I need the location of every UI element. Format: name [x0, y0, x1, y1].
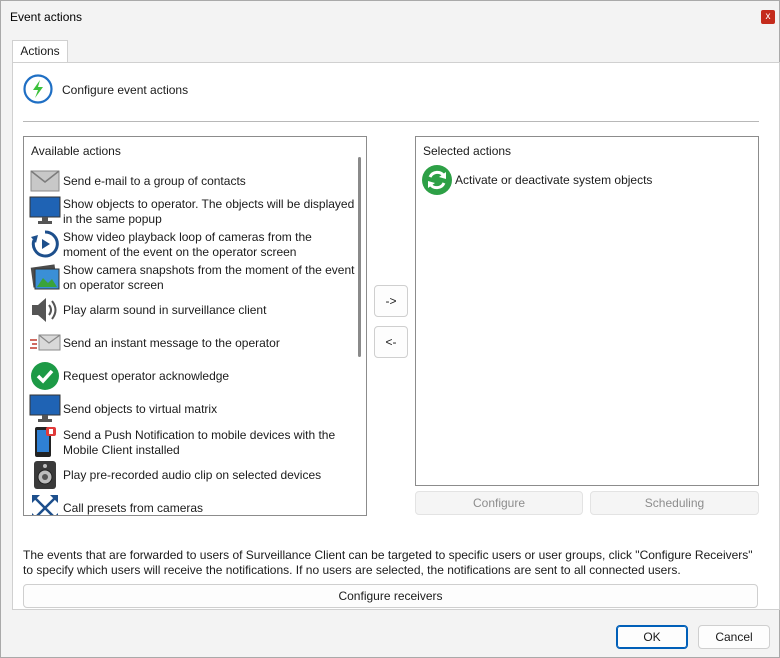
configure-button[interactable]: Configure — [415, 491, 583, 515]
playback-loop-icon — [31, 230, 59, 258]
instant-message-icon — [30, 334, 61, 351]
list-item[interactable]: Activate or deactivate system objects — [421, 164, 746, 197]
list-item[interactable]: Request operator acknowledge — [29, 360, 354, 393]
receivers-info-text: The events that are forwarded to users o… — [23, 548, 753, 577]
list-item-label: Send an instant message to the operator — [63, 336, 280, 350]
lightning-icon — [23, 74, 53, 104]
audio-device-icon — [34, 461, 56, 489]
list-item-label: Play alarm sound in surveillance client — [63, 303, 267, 317]
list-item-label: Show objects to operator. The objects wi… — [63, 196, 355, 226]
list-item[interactable]: Send objects to virtual matrix — [29, 393, 354, 426]
list-item[interactable]: Show camera snapshots from the moment of… — [29, 261, 354, 294]
speaker-icon — [32, 298, 57, 322]
scheduling-button[interactable]: Scheduling — [590, 491, 759, 515]
snapshot-icon — [30, 264, 60, 290]
selected-actions-header: Selected actions — [423, 144, 512, 158]
close-button[interactable]: x — [761, 10, 775, 24]
list-item[interactable]: Send a Push Notification to mobile devic… — [29, 426, 354, 459]
refresh-icon — [422, 165, 452, 195]
monitor-icon — [29, 394, 61, 422]
checkmark-icon — [31, 362, 59, 390]
page-title: Configure event actions — [62, 83, 189, 97]
divider — [23, 121, 759, 122]
configure-receivers-button[interactable]: Configure receivers — [23, 584, 758, 608]
list-item[interactable]: Play alarm sound in surveillance client — [29, 294, 354, 327]
list-item[interactable]: Show video playback loop of cameras from… — [29, 228, 354, 261]
list-item-label: Request operator acknowledge — [63, 369, 230, 383]
list-item[interactable]: Play pre-recorded audio clip on selected… — [29, 459, 354, 492]
event-actions-dialog: Event actions x Actions Configure event … — [0, 0, 780, 658]
scrollbar-thumb[interactable] — [358, 157, 361, 357]
list-item[interactable]: Send an instant message to the operator — [29, 327, 354, 360]
envelope-icon — [30, 170, 60, 192]
monitor-icon — [29, 196, 61, 224]
tab-actions[interactable]: Actions — [12, 40, 68, 63]
list-item-label: Activate or deactivate system objects — [455, 173, 653, 187]
list-item[interactable]: Call presets from cameras — [29, 492, 354, 515]
presets-icon — [32, 495, 58, 515]
mobile-notification-icon — [35, 427, 56, 457]
selected-actions-list[interactable]: Selected actions Activate or deactivate … — [415, 136, 759, 486]
list-item-label: Show camera snapshots from the moment of… — [63, 262, 355, 292]
list-item-label: Call presets from cameras — [63, 501, 204, 515]
list-item-label: Send e-mail to a group of contacts — [63, 174, 246, 188]
available-actions-list[interactable]: Available actions Send e-mail to a group… — [23, 136, 367, 516]
window-title: Event actions — [10, 10, 83, 24]
list-item[interactable]: Send e-mail to a group of contacts — [29, 165, 354, 198]
remove-action-button[interactable]: <- — [374, 326, 408, 358]
title-bar[interactable]: Event actions x — [1, 1, 779, 32]
list-item-label: Send a Push Notification to mobile devic… — [63, 427, 336, 457]
ok-button[interactable]: OK — [616, 625, 688, 649]
available-list-scrollbar[interactable] — [356, 137, 366, 515]
cancel-button[interactable]: Cancel — [698, 625, 770, 649]
list-item[interactable]: Show objects to operator. The objects wi… — [29, 195, 354, 228]
list-item-label: Show video playback loop of cameras from… — [63, 229, 312, 259]
list-item-label: Play pre-recorded audio clip on selected… — [63, 468, 322, 482]
list-item-label: Send objects to virtual matrix — [63, 402, 218, 416]
add-action-button[interactable]: -> — [374, 285, 408, 317]
available-actions-header: Available actions — [31, 144, 121, 158]
